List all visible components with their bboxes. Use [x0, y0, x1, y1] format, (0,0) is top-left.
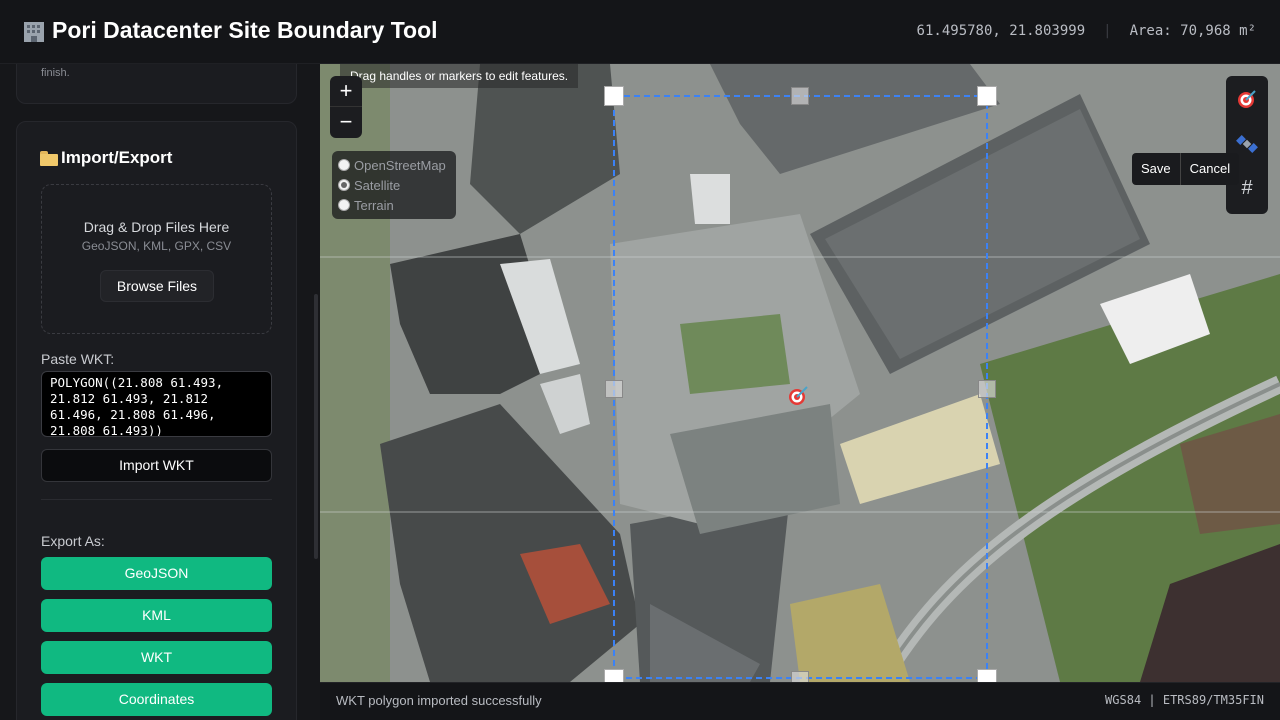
area-readout: Area: 70,968 m² — [1129, 23, 1256, 39]
paste-wkt-label: Paste WKT: — [41, 351, 115, 367]
layer-switcher: OpenStreetMap Satellite Terrain — [332, 151, 456, 219]
office-building-icon — [22, 20, 46, 42]
status-bar: WKT polygon imported successfully WGS84 … — [320, 682, 1280, 720]
map-tool-palette: # — [1226, 76, 1268, 214]
app-title-text: Pori Datacenter Site Boundary Tool — [52, 17, 438, 43]
dropzone-formats: GeoJSON, KML, GPX, CSV — [81, 239, 232, 253]
readout-separator: | — [1103, 23, 1112, 39]
layer-option-label: Terrain — [354, 197, 394, 213]
crs-readout: WGS84 | ETRS89/TM35FIN — [1105, 693, 1264, 707]
header-readout: 61.495780, 21.803999 | Area: 70,968 m² — [917, 23, 1256, 39]
layer-option-label: Satellite — [354, 177, 401, 193]
midpoint-handle[interactable] — [978, 380, 996, 398]
export-as-label: Export As: — [41, 533, 105, 549]
midpoint-handle[interactable] — [605, 380, 623, 398]
previous-card: finish. — [16, 64, 297, 104]
radio-selected-icon[interactable] — [338, 179, 350, 191]
export-geojson-button[interactable]: GeoJSON — [41, 557, 272, 590]
center-target-marker-icon[interactable] — [787, 382, 813, 408]
layer-option-terrain[interactable]: Terrain — [338, 195, 450, 215]
vertex-handle[interactable] — [977, 669, 997, 682]
folder-icon — [39, 150, 59, 166]
import-export-title: Import/Export — [39, 148, 172, 168]
layer-option-openstreetmap[interactable]: OpenStreetMap — [338, 155, 450, 175]
save-button[interactable]: Save — [1132, 153, 1181, 185]
sidebar-scrollbar[interactable] — [314, 294, 318, 559]
map-view[interactable]: Drag handles or markers to edit features… — [320, 64, 1280, 682]
previous-card-text: finish. — [41, 67, 70, 79]
export-wkt-button[interactable]: WKT — [41, 641, 272, 674]
vertex-handle[interactable] — [604, 86, 624, 106]
import-export-card: Import/Export Drag & Drop Files Here Geo… — [16, 121, 297, 720]
section-divider — [41, 499, 272, 500]
midpoint-handle[interactable] — [791, 87, 809, 105]
export-coordinates-button[interactable]: Coordinates — [41, 683, 272, 716]
zoom-in-button[interactable]: + — [330, 76, 362, 107]
zoom-control: + − — [330, 76, 362, 138]
radio-icon[interactable] — [338, 199, 350, 211]
zoom-out-button[interactable]: − — [330, 107, 362, 138]
cancel-button[interactable]: Cancel — [1181, 153, 1239, 185]
layer-option-label: OpenStreetMap — [354, 157, 446, 173]
import-export-title-text: Import/Export — [61, 148, 173, 167]
dropzone-title: Drag & Drop Files Here — [83, 219, 230, 235]
vertex-handle[interactable] — [977, 86, 997, 106]
sidebar: finish. Import/Export Drag & Drop Files … — [0, 64, 320, 720]
midpoint-handle[interactable] — [791, 671, 809, 682]
layer-option-satellite[interactable]: Satellite — [338, 175, 450, 195]
edit-hint: Drag handles or markers to edit features… — [340, 64, 579, 88]
radio-icon[interactable] — [338, 159, 350, 171]
cursor-coordinates: 61.495780, 21.803999 — [916, 23, 1086, 39]
vertex-handle[interactable] — [604, 669, 624, 682]
target-icon[interactable] — [1226, 76, 1268, 121]
app-title: Pori Datacenter Site Boundary Tool — [22, 17, 438, 44]
browse-files-button[interactable]: Browse Files — [100, 270, 214, 302]
wkt-textarea[interactable]: POLYGON((21.808 61.493, 21.812 61.493, 2… — [41, 371, 272, 437]
status-message: WKT polygon imported successfully — [336, 693, 542, 708]
edit-toolbar: Save Cancel — [1132, 153, 1240, 185]
import-wkt-button[interactable]: Import WKT — [41, 449, 272, 482]
app-header: Pori Datacenter Site Boundary Tool 61.49… — [0, 0, 1280, 64]
file-dropzone[interactable]: Drag & Drop Files Here GeoJSON, KML, GPX… — [41, 184, 272, 334]
export-kml-button[interactable]: KML — [41, 599, 272, 632]
